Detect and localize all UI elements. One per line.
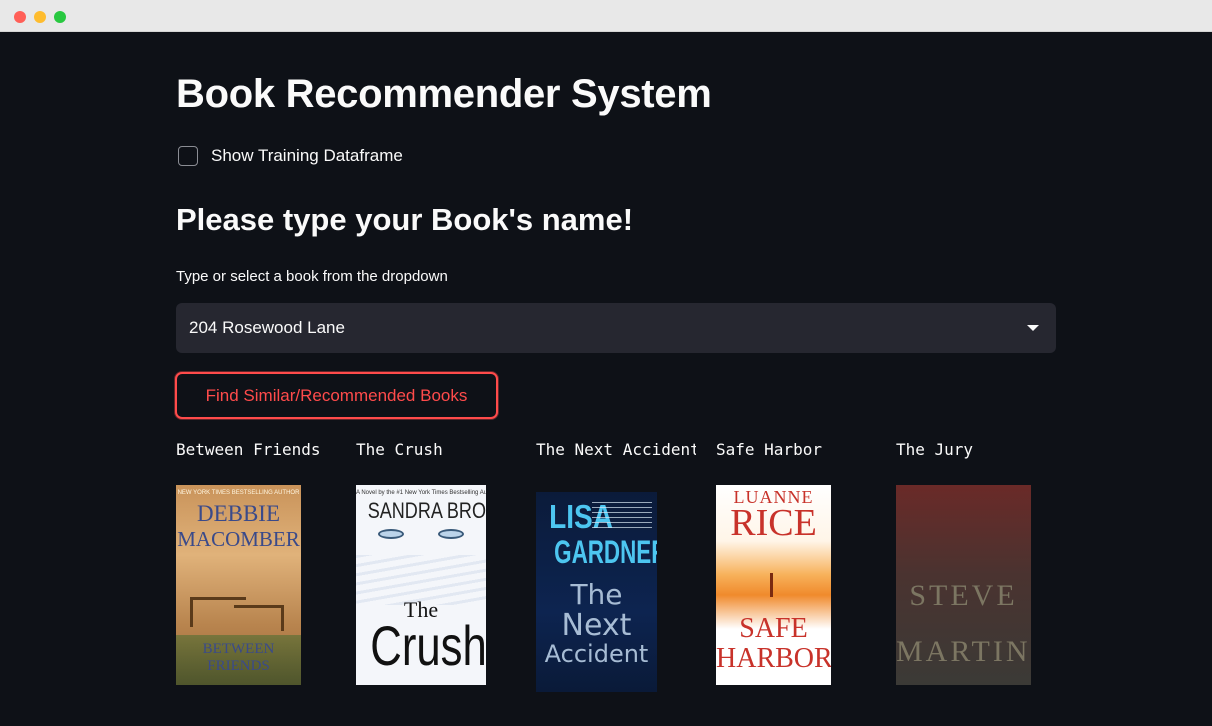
blurb-lines bbox=[592, 502, 652, 532]
cover-text: DEBBIE bbox=[196, 501, 281, 526]
book-title: The Crush bbox=[356, 440, 443, 459]
book-title: The Next Accident bbox=[536, 440, 696, 459]
window-titlebar bbox=[0, 0, 1212, 32]
cover-text: MACOMBER bbox=[177, 527, 300, 551]
cover-text: NEW YORK TIMES BESTSELLING AUTHOR bbox=[177, 490, 300, 496]
book-title: The Jury bbox=[896, 440, 974, 459]
chevron-down-icon[interactable] bbox=[1027, 325, 1039, 331]
book-title: Between Friends bbox=[176, 440, 321, 459]
book-card: Between Friends bbox=[176, 440, 340, 462]
book-card: The Jury bbox=[896, 440, 1060, 462]
cover-text: Accident bbox=[544, 640, 649, 668]
book-cover-image: LUANNE RICE SAFE HARBOR bbox=[716, 485, 831, 685]
cover-text: RICE bbox=[730, 502, 817, 544]
cover-text: SANDRA BROWN bbox=[367, 498, 486, 523]
cover-text: FRIENDS bbox=[207, 658, 270, 674]
show-training-dataframe-checkbox[interactable]: Show Training Dataframe bbox=[176, 144, 403, 168]
lighthouse-illustration bbox=[770, 573, 773, 597]
select-value: 204 Rosewood Lane bbox=[189, 318, 345, 337]
page-title: Book Recommender System bbox=[176, 72, 712, 116]
book-select-dropdown[interactable]: 204 Rosewood Lane bbox=[176, 303, 1056, 353]
cover-text: Next bbox=[561, 608, 632, 643]
minimize-window-icon[interactable] bbox=[34, 11, 46, 23]
checkbox-label: Show Training Dataframe bbox=[211, 146, 403, 165]
cover-text: STEVE bbox=[909, 579, 1018, 612]
book-name-heading: Please type your Book's name! bbox=[176, 202, 634, 237]
book-cover-image: A Novel by the #1 New York Times Bestsel… bbox=[356, 485, 486, 685]
select-label: Type or select a book from the dropdown bbox=[176, 268, 448, 285]
close-window-icon[interactable] bbox=[14, 11, 26, 23]
cover-text: A Novel by the #1 New York Times Bestsel… bbox=[356, 490, 486, 496]
chair-illustration bbox=[234, 605, 284, 631]
book-card: The Next Accident bbox=[536, 440, 700, 462]
app-main: Book Recommender System Show Training Da… bbox=[0, 32, 1212, 726]
book-card: Safe Harbor bbox=[716, 440, 880, 462]
cover-text: SAFE bbox=[739, 613, 808, 644]
book-cover-image: NEW YORK TIMES BESTSELLING AUTHOR DEBBIE… bbox=[176, 485, 301, 685]
cover-text: Crush bbox=[370, 614, 486, 677]
book-title: Safe Harbor bbox=[716, 440, 822, 459]
find-recommended-books-button[interactable]: Find Similar/Recommended Books bbox=[175, 372, 498, 419]
maximize-window-icon[interactable] bbox=[54, 11, 66, 23]
checkbox-box[interactable] bbox=[178, 146, 198, 166]
cover-text: HARBOR bbox=[716, 643, 831, 674]
cover-text: GARDNER bbox=[554, 534, 657, 570]
book-cover-image: STEVE MARTINI bbox=[896, 485, 1031, 685]
book-card: The Crush bbox=[356, 440, 520, 462]
eye-illustration bbox=[438, 529, 464, 539]
cover-text: BETWEEN bbox=[202, 641, 275, 657]
cover-text: MARTINI bbox=[896, 635, 1031, 668]
cover-text: The bbox=[570, 578, 623, 611]
eye-illustration bbox=[378, 529, 404, 539]
book-cover-image: LISA GARDNER The Next Accident bbox=[536, 492, 657, 692]
